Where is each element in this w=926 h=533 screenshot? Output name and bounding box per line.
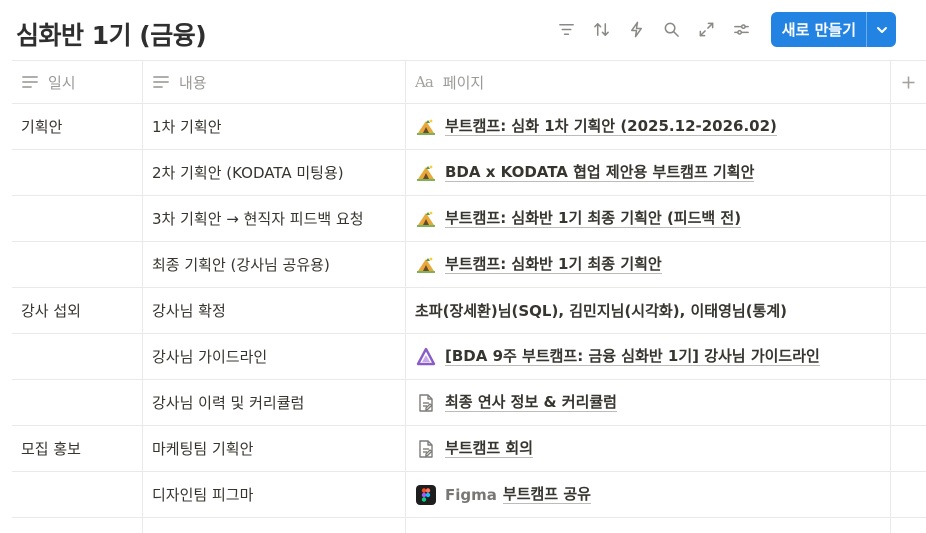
column-header-content[interactable]: 내용 [143,61,406,103]
page-title-text: [BDA 9주 부트캠프: 금융 심화반 1기] 강사님 가이드라인 [445,347,820,366]
table-row: 강사님 이력 및 커리큘럼 최종 연사 정보 & 커리큘럼 [12,380,926,426]
page-link[interactable]: BDA x KODATA 협업 제안용 부트캠프 기획안 [415,163,755,183]
camping-icon [415,255,437,275]
document-icon [415,393,437,413]
filter-icon[interactable] [549,12,584,47]
page-link[interactable]: 부트캠프: 심화반 1기 최종 기획안 (피드백 전) [415,209,742,229]
group-cell[interactable] [12,334,143,379]
text-property-icon [21,73,39,91]
document-icon [415,439,437,459]
content-cell[interactable]: 2차 기획안 (KODATA 미팅용) [143,150,406,195]
table-row: 디자인팀 피그마 Figma 부트캠프 공유 [12,472,926,518]
page-cell: 부트캠프: 심화반 1기 최종 기획안 (피드백 전) [406,196,891,241]
empty-cell[interactable] [406,518,891,533]
column-header-label: 내용 [179,73,207,92]
page-link[interactable]: Figma 부트캠프 공유 [415,484,591,505]
page-link[interactable]: 부트캠프: 심화반 1기 최종 기획안 [415,255,662,275]
column-header-page[interactable]: Aa 페이지 [406,61,891,103]
link-source-label: Figma [445,485,497,504]
settings-icon[interactable] [724,12,759,47]
group-cell[interactable]: 모집 홍보 [12,426,143,471]
group-cell[interactable] [12,242,143,287]
empty-cell[interactable] [143,518,406,533]
camping-icon [415,117,437,137]
page-link[interactable]: 초파(장세환)님(SQL), 김민지님(시각화), 이태영님(통계) [415,300,787,321]
title-property-icon: Aa [415,73,434,91]
page-title-text: 부트캠프: 심화반 1기 최종 기획안 [445,255,662,274]
table-row: 3차 기획안 → 현직자 피드백 요청 부트캠프: 심화반 1기 최종 기획안 … [12,196,926,242]
content-cell[interactable]: 강사님 확정 [143,288,406,333]
group-cell[interactable]: 강사 섭외 [12,288,143,333]
page-title-text: 최종 연사 정보 & 커리큘럼 [445,393,617,412]
page-title-text: 부트캠프: 심화 1차 기획안 (2025.12-2026.02) [445,117,777,136]
chevron-down-icon[interactable] [866,12,896,47]
page-title: 심화반 1기 (금융) [16,21,207,50]
page-cell: [BDA 9주 부트캠프: 금융 심화반 1기] 강사님 가이드라인 [406,334,891,379]
group-cell[interactable] [12,472,143,517]
page-link[interactable]: [BDA 9주 부트캠프: 금융 심화반 1기] 강사님 가이드라인 [415,347,820,367]
page-link[interactable]: 부트캠프: 심화 1차 기획안 (2025.12-2026.02) [415,117,777,137]
content-cell[interactable]: 1차 기획안 [143,104,406,149]
add-property-icon[interactable] [891,61,926,103]
table-body: 기획안 1차 기획안 부트캠프: 심화 1차 기획안 (2025.12-2026.… [12,104,926,533]
page-cell: 부트캠프 회의 [406,426,891,471]
triangle-logo-icon [415,347,437,367]
page-link[interactable]: 최종 연사 정보 & 커리큘럼 [415,393,617,413]
new-button: 새로 만들기 [770,12,896,47]
content-cell[interactable]: 최종 기획안 (강사님 공유용) [143,242,406,287]
empty-cell[interactable] [12,518,143,533]
group-cell[interactable] [12,196,143,241]
page-title-text: BDA x KODATA 협업 제안용 부트캠프 기획안 [445,163,755,182]
group-cell[interactable]: 기획안 [12,104,143,149]
content-cell[interactable]: 마케팅팀 기획안 [143,426,406,471]
content-cell[interactable]: 강사님 가이드라인 [143,334,406,379]
page-cell: Figma 부트캠프 공유 [406,472,891,517]
camping-icon [415,209,437,229]
page-link[interactable]: 부트캠프 회의 [415,439,534,459]
column-header-label: 일시 [48,73,76,92]
table-row: 강사님 가이드라인 [BDA 9주 부트캠프: 금융 심화반 1기] 강사님 가… [12,334,926,380]
table-row: 2차 기획안 (KODATA 미팅용) BDA x KODATA 협업 제안용 … [12,150,926,196]
content-cell[interactable]: 강사님 이력 및 커리큘럼 [143,380,406,425]
page-title-text: 부트캠프 공유 [502,485,591,504]
page-cell: BDA x KODATA 협업 제안용 부트캠프 기획안 [406,150,891,195]
new-button-label[interactable]: 새로 만들기 [771,12,866,47]
content-cell[interactable]: 디자인팀 피그마 [143,472,406,517]
expand-icon[interactable] [689,12,724,47]
text-property-icon [152,73,170,91]
column-header-label: 페이지 [442,73,485,92]
search-icon[interactable] [654,12,689,47]
table-row: 최종 기획안 (강사님 공유용) 부트캠프: 심화반 1기 최종 기획안 [12,242,926,288]
sort-icon[interactable] [584,12,619,47]
page-cell: 초파(장세환)님(SQL), 김민지님(시각화), 이태영님(통계) [406,288,891,333]
camping-icon [415,163,437,183]
database-toolbar: 새로 만들기 [549,12,896,47]
page-cell: 부트캠프: 심화 1차 기획안 (2025.12-2026.02) [406,104,891,149]
page-cell: 부트캠프: 심화반 1기 최종 기획안 [406,242,891,287]
page-title-text: 초파(장세환)님(SQL), 김민지님(시각화), 이태영님(통계) [415,302,787,320]
table-header: 일시 내용 Aa 페이지 [12,60,926,104]
table-row: 강사 섭외 강사님 확정 초파(장세환)님(SQL), 김민지님(시각화), 이태영… [12,288,926,334]
table-row: 기획안 1차 기획안 부트캠프: 심화 1차 기획안 (2025.12-2026.… [12,104,926,150]
group-cell[interactable] [12,380,143,425]
table-row-empty [12,518,926,533]
column-header-date[interactable]: 일시 [12,61,143,103]
page-title-text: 부트캠프: 심화반 1기 최종 기획안 (피드백 전) [445,209,742,228]
page-cell: 최종 연사 정보 & 커리큘럼 [406,380,891,425]
table-row: 모집 홍보 마케팅팀 기획안 부트캠프 회의 [12,426,926,472]
content-cell[interactable]: 3차 기획안 → 현직자 피드백 요청 [143,196,406,241]
automation-icon[interactable] [619,12,654,47]
figma-icon [415,484,437,505]
group-cell[interactable] [12,150,143,195]
page-title-text: 부트캠프 회의 [445,439,534,458]
